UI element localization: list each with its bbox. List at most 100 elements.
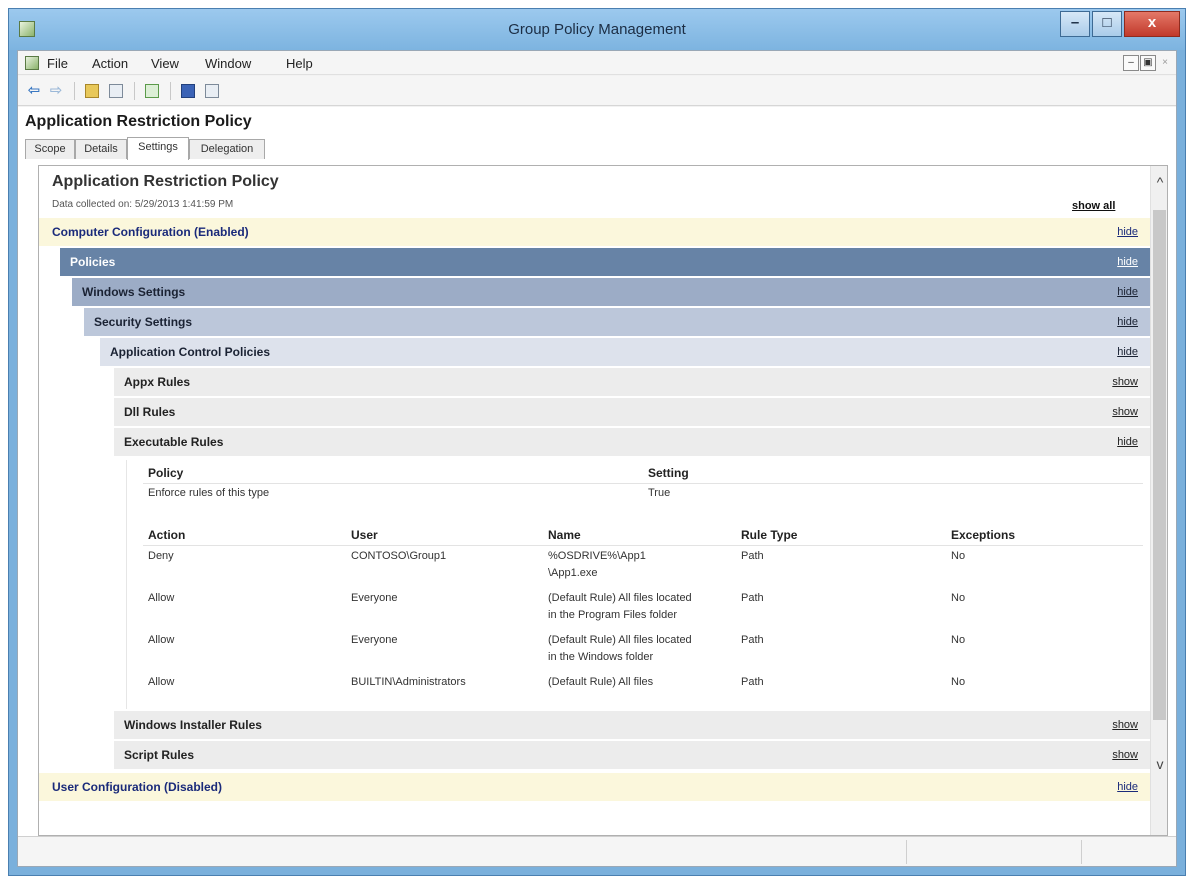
section-label[interactable]: Security Settings — [94, 315, 192, 329]
name-cell: (Default Rule) All files — [548, 676, 654, 688]
exceptions-cell: No — [951, 592, 966, 604]
hide-link[interactable]: hide — [1117, 226, 1138, 238]
policy-cell: Enforce rules of this type — [148, 487, 270, 499]
hide-link[interactable]: hide — [1117, 286, 1138, 298]
rule-type-cell: Path — [741, 634, 764, 646]
action-cell: Deny — [148, 550, 174, 562]
table-divider — [143, 545, 1143, 546]
name-cell: (Default Rule) All files located — [548, 634, 692, 646]
menu-help[interactable]: Help — [286, 56, 313, 71]
table-divider — [143, 483, 1143, 484]
action-column-header: Action — [148, 528, 186, 542]
section-label[interactable]: User Configuration (Disabled) — [52, 780, 222, 794]
hide-link[interactable]: hide — [1117, 436, 1138, 448]
settings-report: Application Restriction Policy Data coll… — [38, 165, 1168, 836]
exceptions-cell: No — [951, 676, 966, 688]
toolbar-separator — [170, 82, 171, 100]
tab-settings[interactable]: Settings — [127, 137, 189, 160]
user-cell: Everyone — [351, 592, 398, 604]
maximize-button[interactable]: □ — [1092, 11, 1122, 37]
setting-cell: True — [648, 487, 671, 499]
action-cell: Allow — [148, 676, 175, 688]
hide-link[interactable]: hide — [1117, 346, 1138, 358]
rule-type-cell: Path — [741, 550, 764, 562]
rule-type-column-header: Rule Type — [741, 528, 798, 542]
content-pane: Application Restriction Policy Scope Det… — [18, 107, 1176, 866]
scroll-thumb[interactable] — [1153, 210, 1166, 720]
show-hide-tree-icon[interactable] — [106, 81, 126, 101]
section-windows-installer-rules: Windows Installer Rules show — [114, 711, 1150, 740]
setting-column-header: Setting — [648, 466, 689, 480]
client-area: File Action View Window Help – ▣ × ⇦ ⇨ A… — [17, 50, 1177, 867]
section-windows-settings: Windows Settings hide — [72, 278, 1150, 307]
minimize-button[interactable]: – — [1060, 11, 1090, 37]
show-link[interactable]: show — [1112, 376, 1138, 388]
mdi-close-button[interactable]: × — [1157, 55, 1173, 71]
hide-link[interactable]: hide — [1117, 316, 1138, 328]
rule-type-cell: Path — [741, 676, 764, 688]
policy-column-header: Policy — [148, 466, 184, 480]
action-cell: Allow — [148, 592, 175, 604]
section-user-configuration: User Configuration (Disabled) hide — [39, 773, 1150, 802]
tab-details[interactable]: Details — [75, 139, 127, 159]
menu-window[interactable]: Window — [205, 56, 251, 71]
forward-icon[interactable]: ⇨ — [46, 81, 66, 101]
section-label[interactable]: Policies — [70, 255, 115, 269]
section-application-control-policies: Application Control Policies hide — [100, 338, 1150, 367]
name-cell-continued: in the Program Files folder — [548, 609, 677, 621]
user-cell: BUILTIN\Administrators — [351, 676, 466, 688]
section-security-settings: Security Settings hide — [84, 308, 1150, 337]
help-icon[interactable] — [178, 81, 198, 101]
menu-action[interactable]: Action — [92, 56, 128, 71]
app-window: Group Policy Management – □ x File Actio… — [8, 8, 1186, 876]
status-divider — [1081, 840, 1082, 864]
show-link[interactable]: show — [1112, 749, 1138, 761]
section-label[interactable]: Dll Rules — [124, 405, 175, 419]
exceptions-cell: No — [951, 634, 966, 646]
section-label[interactable]: Script Rules — [124, 748, 194, 762]
refresh-icon[interactable] — [142, 81, 162, 101]
title-bar[interactable]: Group Policy Management – □ x — [9, 9, 1185, 50]
menu-file[interactable]: File — [47, 56, 68, 71]
user-cell: CONTOSO\Group1 — [351, 550, 447, 562]
vertical-scrollbar[interactable]: ^ v — [1150, 166, 1167, 835]
mdi-restore-button[interactable]: ▣ — [1140, 55, 1156, 71]
hide-link[interactable]: hide — [1117, 256, 1138, 268]
menu-view[interactable]: View — [151, 56, 179, 71]
tab-delegation[interactable]: Delegation — [189, 139, 265, 159]
tab-scope[interactable]: Scope — [25, 139, 75, 159]
exceptions-column-header: Exceptions — [951, 528, 1016, 542]
show-all-link[interactable]: show all — [1072, 200, 1115, 212]
rule-type-cell: Path — [741, 592, 764, 604]
exceptions-cell: No — [951, 550, 966, 562]
section-executable-rules: Executable Rules hide — [114, 428, 1150, 457]
show-link[interactable]: show — [1112, 719, 1138, 731]
section-label[interactable]: Windows Installer Rules — [124, 718, 262, 732]
section-label[interactable]: Application Control Policies — [110, 345, 270, 359]
back-icon[interactable]: ⇦ — [24, 81, 44, 101]
close-button[interactable]: x — [1124, 11, 1180, 37]
toolbar-separator — [134, 82, 135, 100]
show-hide-action-pane-icon[interactable] — [202, 81, 222, 101]
section-dll-rules: Dll Rules show — [114, 398, 1150, 427]
section-script-rules: Script Rules show — [114, 741, 1150, 770]
window-title: Group Policy Management — [508, 21, 686, 38]
scroll-down-icon[interactable]: v — [1151, 756, 1167, 772]
section-label[interactable]: Executable Rules — [124, 435, 223, 449]
system-menu-icon[interactable] — [25, 56, 39, 70]
name-cell-continued: \App1.exe — [548, 567, 598, 579]
user-cell: Everyone — [351, 634, 398, 646]
section-label[interactable]: Appx Rules — [124, 375, 190, 389]
section-appx-rules: Appx Rules show — [114, 368, 1150, 397]
name-column-header: Name — [548, 528, 581, 542]
user-column-header: User — [351, 528, 378, 542]
name-cell: (Default Rule) All files located — [548, 592, 692, 604]
mdi-minimize-button[interactable]: – — [1123, 55, 1139, 71]
name-cell-continued: in the Windows folder — [548, 651, 654, 663]
hide-link[interactable]: hide — [1117, 781, 1138, 793]
section-label[interactable]: Windows Settings — [82, 285, 185, 299]
show-link[interactable]: show — [1112, 406, 1138, 418]
scroll-up-icon[interactable]: ^ — [1151, 174, 1167, 190]
section-label[interactable]: Computer Configuration (Enabled) — [52, 225, 249, 239]
up-folder-icon[interactable] — [82, 81, 102, 101]
